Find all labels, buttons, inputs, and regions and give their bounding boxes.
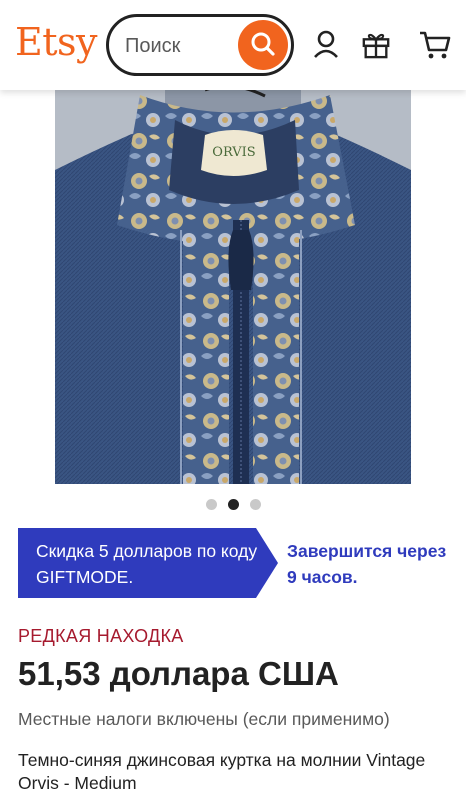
gallery-dot-2[interactable] <box>227 499 239 510</box>
gallery-dot-1[interactable] <box>205 499 217 510</box>
rare-find-badge: РЕДКАЯ НАХОДКА <box>18 626 184 646</box>
top-header: Etsy <box>0 0 466 90</box>
promo-banner: Скидка 5 долларов по коду GIFTMODE. <box>18 528 278 598</box>
gallery-dot-3[interactable] <box>249 499 261 510</box>
account-icon[interactable] <box>311 28 341 60</box>
search-input[interactable] <box>125 31 235 61</box>
cart-icon[interactable] <box>418 28 452 60</box>
price: 51,53 доллара США <box>18 655 339 692</box>
search-bar[interactable] <box>106 14 294 76</box>
etsy-logo[interactable]: Etsy <box>15 20 97 64</box>
search-button[interactable] <box>238 20 288 70</box>
promo-text: Скидка 5 долларов по коду GIFTMODE. <box>36 541 258 587</box>
gift-icon[interactable] <box>361 28 391 60</box>
gallery-pagination <box>0 499 466 511</box>
search-icon <box>249 30 277 61</box>
taxes-note: Местные налоги включены (если применимо) <box>18 709 390 729</box>
listing-title: Темно-синяя джинсовая куртка на молнии V… <box>18 750 426 793</box>
orvis-label: ORVIS <box>212 145 255 160</box>
promo-expiration: Завершится через 9 часов. <box>287 541 447 587</box>
product-image[interactable]: ORVIS <box>55 90 411 484</box>
